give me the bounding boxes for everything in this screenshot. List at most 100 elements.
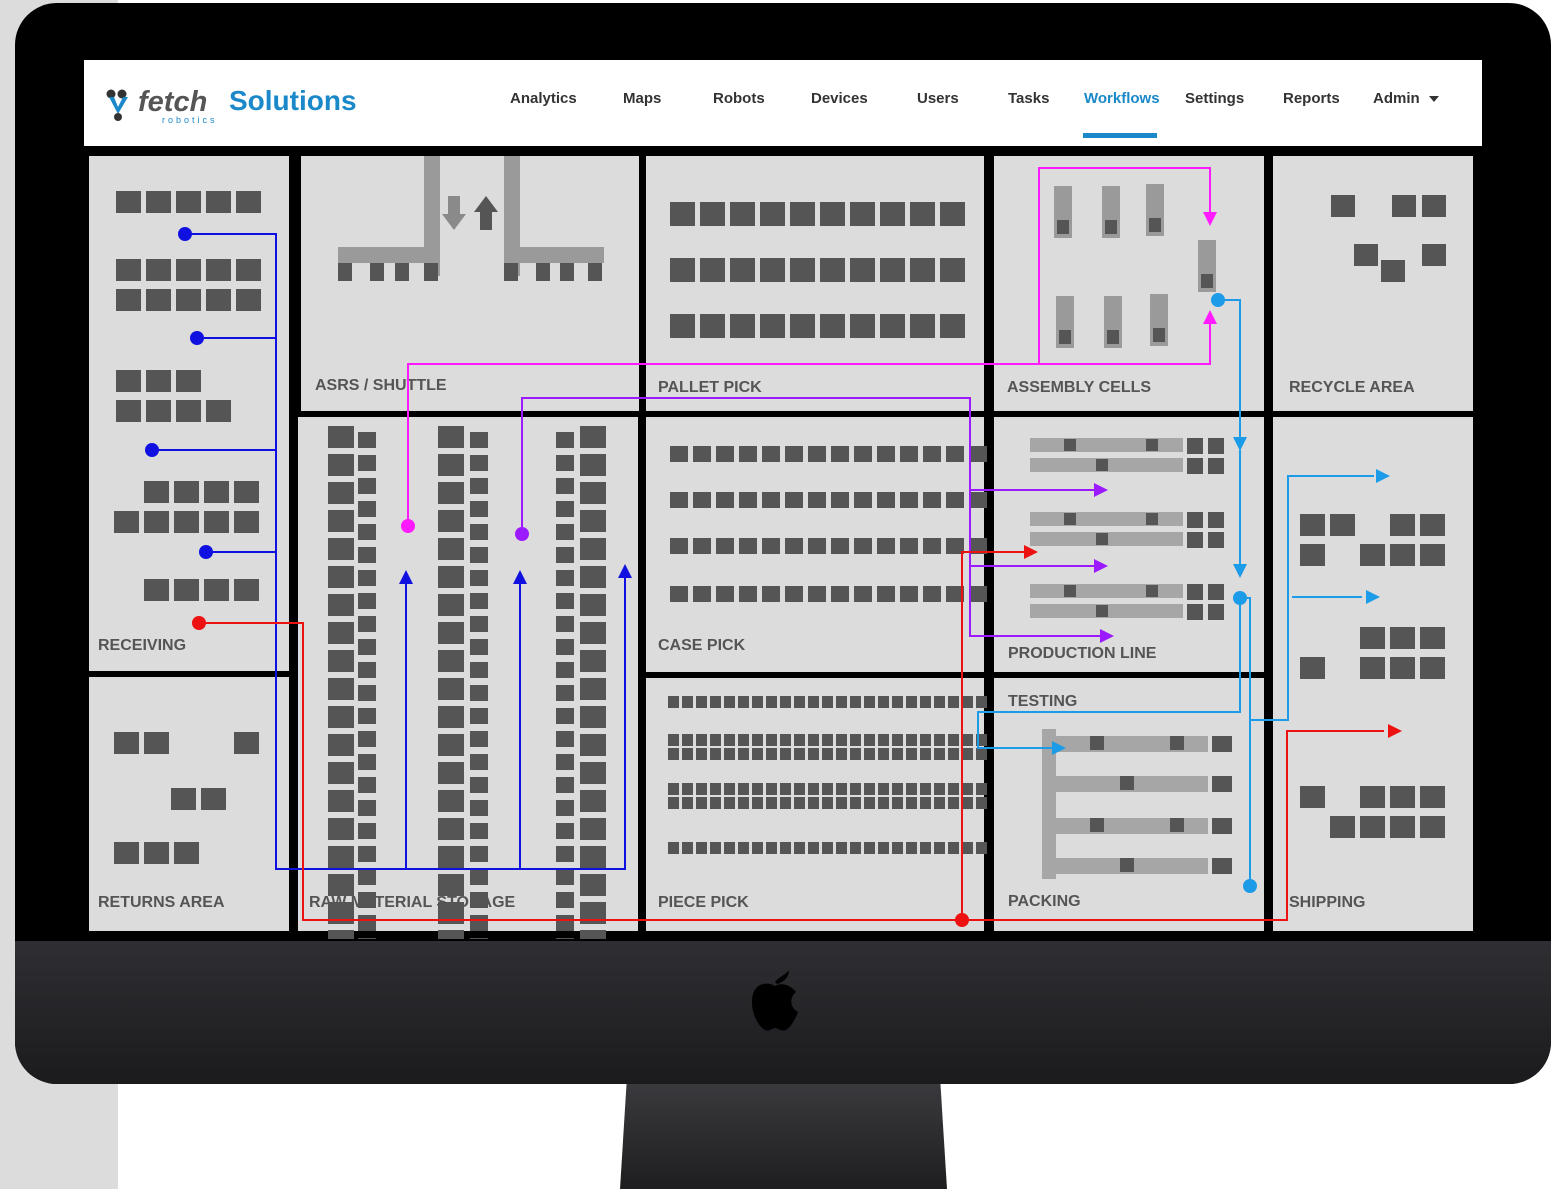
storage-bin (358, 846, 376, 862)
rack-block (1360, 657, 1385, 679)
nav-users[interactable]: Users (917, 90, 959, 107)
rack-block (877, 538, 895, 554)
nav-analytics[interactable]: Analytics (510, 90, 577, 107)
rack-block (204, 511, 229, 533)
rack-block (850, 696, 861, 708)
rack-block (176, 370, 201, 392)
rack-block (948, 783, 959, 795)
rack-block (738, 797, 749, 809)
rack-block (836, 696, 847, 708)
rack-block (206, 191, 231, 213)
rack-block (854, 492, 872, 508)
nav-workflows[interactable]: Workflows (1084, 90, 1160, 107)
storage-bin (358, 501, 376, 517)
storage-bin (328, 762, 354, 784)
rack-block (716, 538, 734, 554)
rack-block (716, 446, 734, 462)
storage-bin (556, 754, 574, 770)
storage-bin (556, 846, 574, 862)
logo-dot (114, 113, 122, 121)
rack-block (780, 734, 791, 746)
rack-block (668, 748, 679, 760)
nav-settings[interactable]: Settings (1185, 90, 1244, 107)
rack-block (923, 446, 941, 462)
storage-bin (556, 547, 574, 563)
storage-bin (470, 869, 488, 885)
storage-bin (358, 754, 376, 770)
rack-block (962, 696, 973, 708)
rack-block (877, 492, 895, 508)
rack-block (808, 797, 819, 809)
rack-block (906, 696, 917, 708)
rack-block (670, 538, 688, 554)
rack-block (1064, 513, 1076, 525)
rack-block (976, 783, 987, 795)
asrs-leg (588, 263, 602, 281)
rack-block (752, 797, 763, 809)
rack-block (724, 797, 735, 809)
storage-bin (556, 524, 574, 540)
storage-bin (556, 777, 574, 793)
storage-bin (328, 538, 354, 560)
rack-block (854, 586, 872, 602)
rack-block (762, 446, 780, 462)
rack-block (766, 842, 777, 854)
asrs-leg (370, 263, 384, 281)
route-node (401, 519, 415, 533)
rack-block (670, 586, 688, 602)
rack-block (1064, 439, 1076, 451)
nav-reports[interactable]: Reports (1283, 90, 1340, 107)
assembly-unit (1105, 220, 1117, 234)
zone-label-piece-pick: PIECE PICK (658, 894, 749, 911)
rack-block (850, 797, 861, 809)
rack-block (710, 734, 721, 746)
rack-block (670, 492, 688, 508)
rack-block (794, 842, 805, 854)
rack-block (946, 492, 964, 508)
rack-block (836, 797, 847, 809)
rack-block (174, 579, 199, 601)
rack-block (1170, 818, 1184, 832)
rack-block (976, 748, 987, 760)
rack-block (752, 783, 763, 795)
storage-bin (556, 800, 574, 816)
rack-block (1208, 438, 1224, 454)
rack-block (1360, 816, 1385, 838)
rack-block (670, 314, 695, 338)
storage-bin (358, 869, 376, 885)
storage-bin (470, 501, 488, 517)
nav-maps[interactable]: Maps (623, 90, 661, 107)
storage-bin (470, 478, 488, 494)
rack-block (962, 783, 973, 795)
nav-admin[interactable]: Admin (1373, 90, 1440, 107)
storage-bin (470, 754, 488, 770)
rack-block (794, 783, 805, 795)
app-title: Solutions (229, 85, 357, 116)
rack-block (934, 783, 945, 795)
rack-block (682, 842, 693, 854)
rack-block (144, 481, 169, 503)
nav-robots[interactable]: Robots (713, 90, 765, 107)
storage-bin (580, 818, 606, 840)
storage-bin (556, 455, 574, 471)
rack-block (724, 783, 735, 795)
storage-bin (470, 455, 488, 471)
logo-mark (109, 97, 128, 114)
storage-bin (358, 915, 376, 931)
rack-block (738, 842, 749, 854)
rack-block (206, 289, 231, 311)
rack-block (1331, 195, 1355, 217)
nav-tasks[interactable]: Tasks (1008, 90, 1049, 107)
app-screen: fetch robotics Solutions Analytics Maps … (84, 60, 1482, 939)
fetch-robotics-logo[interactable]: fetch robotics (104, 84, 224, 128)
rack-block (146, 400, 171, 422)
zone-label-production-line: PRODUCTION LINE (1008, 645, 1157, 662)
storage-bin (328, 846, 354, 868)
rack-block (114, 842, 139, 864)
rack-block (892, 734, 903, 746)
conveyor (1030, 438, 1183, 452)
storage-bin (580, 706, 606, 728)
rack-block (808, 538, 826, 554)
rack-block (808, 734, 819, 746)
nav-devices[interactable]: Devices (811, 90, 868, 107)
